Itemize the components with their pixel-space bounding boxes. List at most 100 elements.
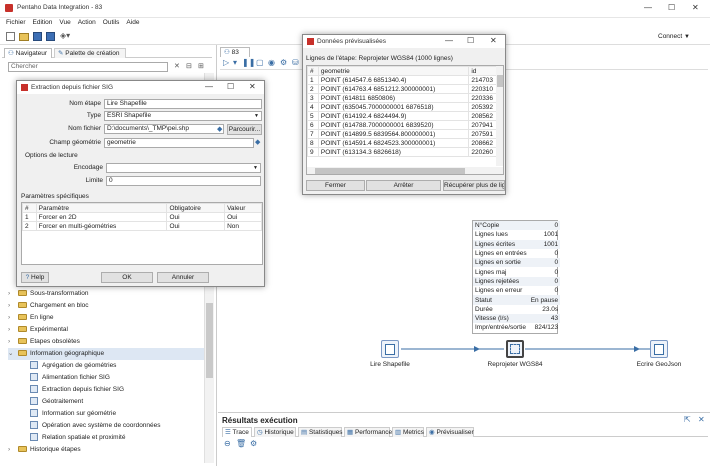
clear-search-icon[interactable]: ✕ bbox=[174, 62, 180, 70]
tree-item[interactable]: Relation spatiale et proximité bbox=[8, 432, 208, 444]
popout-icon[interactable]: ⇱ bbox=[684, 415, 691, 424]
preview-column-header[interactable]: # bbox=[307, 66, 319, 76]
tree-item[interactable]: Extraction depuis fichier SIG bbox=[8, 384, 208, 396]
table-cell: 9 bbox=[307, 147, 319, 157]
collapse-tree-icon[interactable]: ⊟ bbox=[186, 62, 192, 70]
table-row[interactable]: 8 POINT (614591.4 6824523.300000001) 20866… bbox=[307, 138, 503, 148]
save-as-icon[interactable] bbox=[46, 32, 55, 41]
preview-hscrollbar-thumb[interactable] bbox=[315, 168, 465, 174]
step-icon bbox=[30, 421, 38, 430]
table-row[interactable]: 1 Forcer en 2D Oui Oui bbox=[22, 212, 262, 222]
preview-close-icon[interactable]: ✕ bbox=[490, 36, 497, 45]
clear-log-icon[interactable]: ⊖ bbox=[224, 439, 231, 448]
type-select[interactable]: ESRI Shapefile ▼ bbox=[104, 111, 262, 121]
menu-vue[interactable]: Vue bbox=[59, 19, 70, 26]
chevron-right-icon[interactable]: › bbox=[8, 336, 18, 348]
tree-item[interactable]: Opération avec système de coordonnées bbox=[8, 420, 208, 432]
layers-icon[interactable]: ◈▾ bbox=[60, 31, 70, 40]
tree-item[interactable]: › En ligne bbox=[8, 312, 208, 324]
tree-item[interactable]: Information sur géométrie bbox=[8, 408, 208, 420]
step-node-read-shapefile[interactable] bbox=[381, 340, 399, 358]
table-row[interactable]: 2 Forcer en multi-géométries Oui Non bbox=[22, 221, 262, 231]
tree-item[interactable]: ⌄ Information géographique bbox=[8, 348, 208, 360]
table-cell: POINT (613134.3 6826618) bbox=[317, 147, 470, 157]
file-name-input[interactable]: D:\documents\_TMP\pei.shp bbox=[104, 124, 224, 134]
help-button[interactable]: ? Help bbox=[21, 272, 49, 283]
ok-button[interactable]: OK bbox=[101, 272, 153, 283]
cancel-button[interactable]: Annuler bbox=[157, 272, 209, 283]
sig-close-icon[interactable]: ✕ bbox=[249, 82, 256, 91]
save-icon[interactable] bbox=[33, 32, 42, 41]
menu-edition[interactable]: Edition bbox=[33, 19, 53, 26]
chevron-right-icon[interactable]: › bbox=[8, 312, 18, 324]
new-file-icon[interactable] bbox=[6, 32, 15, 41]
tab-historique[interactable]: ◷ Historique bbox=[254, 427, 296, 437]
minimize-icon[interactable]: — bbox=[644, 3, 652, 12]
close-icon[interactable]: ✕ bbox=[692, 3, 699, 12]
tree-item[interactable]: › Chargement en bloc bbox=[8, 300, 208, 312]
table-row[interactable]: 3 POINT (614811 6850806) 220336 bbox=[307, 93, 503, 103]
menu-aide[interactable]: Aide bbox=[126, 19, 139, 26]
close-results-icon[interactable]: ✕ bbox=[698, 415, 705, 424]
step-node-reproject[interactable] bbox=[506, 340, 524, 358]
tab-trace[interactable]: ☰ Trace bbox=[222, 427, 252, 437]
step-icon bbox=[30, 409, 38, 418]
preview-column-header[interactable]: geometrie bbox=[317, 66, 470, 76]
sig-minimize-icon[interactable]: — bbox=[205, 82, 213, 91]
tab-prvisualiser[interactable]: ◉ Prévisualiser bbox=[426, 427, 474, 437]
tab-statistiques[interactable]: ▤ Statistiques bbox=[298, 427, 343, 437]
chevron-down-icon[interactable]: ⌄ bbox=[8, 348, 18, 360]
tree-item[interactable]: › Etapes obsolètes bbox=[8, 336, 208, 348]
get-more-rows-button[interactable]: Récupérer plus de lig bbox=[443, 180, 505, 191]
tree-item[interactable]: Alimentation fichier SIG bbox=[8, 372, 208, 384]
chevron-right-icon[interactable]: › bbox=[8, 300, 18, 312]
tab-palette[interactable]: ✎ Palette de création bbox=[54, 48, 126, 58]
preview-minimize-icon[interactable]: — bbox=[445, 36, 453, 45]
chevron-right-icon[interactable]: › bbox=[8, 288, 18, 300]
encoding-select[interactable]: ▼ bbox=[106, 163, 261, 173]
tree-scrollbar-thumb[interactable] bbox=[206, 303, 213, 378]
tree-item[interactable]: › Historique étapes bbox=[8, 444, 208, 456]
connect-button[interactable]: Connect ▼ bbox=[658, 33, 690, 40]
chevron-right-icon[interactable]: › bbox=[8, 324, 18, 336]
tree-item[interactable]: › Expérimental bbox=[8, 324, 208, 336]
maximize-icon[interactable]: ☐ bbox=[668, 3, 675, 12]
table-row[interactable]: 4 POINT (635045.7000000001 6876518) 205392 bbox=[307, 102, 503, 112]
step-node-write-geojson[interactable] bbox=[650, 340, 668, 358]
tab-metrics[interactable]: ▥ Metrics bbox=[392, 427, 424, 437]
chevron-right-icon[interactable]: › bbox=[8, 444, 18, 456]
menu-fichier[interactable]: Fichier bbox=[6, 19, 26, 26]
geom-field-label: Champ géométrie bbox=[49, 139, 101, 146]
table-row[interactable]: 9 POINT (613134.3 6826618) 220260 bbox=[307, 147, 503, 157]
close-preview-button[interactable]: Fermer bbox=[306, 180, 365, 191]
settings-icon[interactable]: ⚙ bbox=[250, 439, 257, 448]
limit-input[interactable]: 0 bbox=[106, 176, 261, 186]
table-row[interactable]: 1 POINT (614547.6 6851340.4) 214703 bbox=[307, 75, 503, 85]
sig-maximize-icon[interactable]: ☐ bbox=[227, 82, 234, 91]
table-row[interactable]: 2 POINT (614763.4 6851212.300000001) 22031… bbox=[307, 84, 503, 94]
browse-button[interactable]: Parcourir... bbox=[227, 124, 262, 135]
tree-item[interactable]: Géotraitement bbox=[8, 396, 208, 408]
tab-navigateur[interactable]: ⚇ Navigateur bbox=[4, 48, 52, 58]
trash-icon[interactable]: 🗑 bbox=[236, 439, 246, 448]
window-title: Pentaho Data Integration - 83 bbox=[17, 4, 103, 11]
search-input[interactable]: Chercher bbox=[8, 62, 168, 72]
tree-item-label: Géotraitement bbox=[42, 398, 84, 405]
stop-preview-button[interactable]: Arrêter bbox=[366, 180, 441, 191]
geom-field-input[interactable]: geometrie bbox=[104, 138, 254, 148]
preview-maximize-icon[interactable]: ☐ bbox=[467, 36, 474, 45]
step-name-input[interactable]: Lire Shapefile bbox=[104, 99, 262, 109]
table-row[interactable]: 5 POINT (614192.4 6824494.9) 208562 bbox=[307, 111, 503, 121]
tree-item[interactable]: › Sous-transformation bbox=[8, 288, 208, 300]
menu-outils[interactable]: Outils bbox=[103, 19, 120, 26]
preview-vscrollbar[interactable] bbox=[496, 66, 503, 166]
open-file-icon[interactable] bbox=[19, 33, 29, 41]
preview-vscrollbar-thumb[interactable] bbox=[497, 75, 503, 87]
menu-action[interactable]: Action bbox=[78, 19, 96, 26]
preview-hscrollbar[interactable] bbox=[307, 167, 503, 174]
table-row[interactable]: 6 POINT (614788.7000000001 6839520) 207941 bbox=[307, 120, 503, 130]
table-row[interactable]: 7 POINT (614899.5 6839564.800000001) 20759… bbox=[307, 129, 503, 139]
tree-item[interactable]: Agrégation de géométries bbox=[8, 360, 208, 372]
expand-tree-icon[interactable]: ⊞ bbox=[198, 62, 204, 70]
tab-performance[interactable]: ▦ Performance bbox=[344, 427, 392, 437]
